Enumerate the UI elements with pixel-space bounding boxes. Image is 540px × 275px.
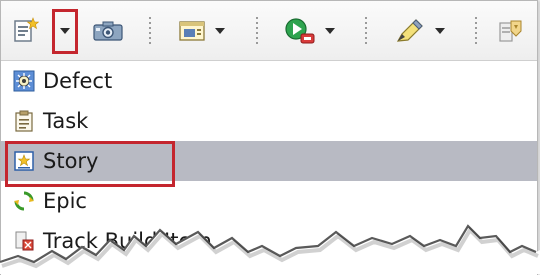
build-icon[interactable] bbox=[495, 13, 525, 49]
camera-icon[interactable] bbox=[91, 13, 125, 49]
menu-item-defect[interactable]: Defect bbox=[1, 61, 537, 101]
menu-item-label: Task bbox=[43, 109, 89, 133]
run-dropdown-icon[interactable] bbox=[319, 13, 341, 49]
epic-icon bbox=[14, 191, 34, 211]
menu-item-task[interactable]: Task bbox=[1, 101, 537, 141]
defect-icon bbox=[13, 70, 35, 92]
track-build-item-icon bbox=[15, 231, 34, 251]
window-icon[interactable] bbox=[177, 13, 207, 49]
toolbar-separator bbox=[365, 17, 367, 45]
new-work-item-icon[interactable] bbox=[11, 13, 41, 49]
menu-item-label: Epic bbox=[43, 189, 87, 213]
toolbar bbox=[1, 1, 537, 61]
pencil-icon[interactable] bbox=[393, 13, 427, 49]
window-dropdown-icon[interactable] bbox=[209, 13, 231, 49]
pencil-dropdown-icon[interactable] bbox=[429, 13, 451, 49]
dropdown-highlight-box bbox=[52, 9, 78, 54]
toolbar-separator bbox=[475, 17, 477, 45]
menu-item-track-build-item[interactable]: Track Build Item bbox=[1, 221, 537, 261]
task-icon bbox=[15, 110, 33, 132]
story-highlight-box bbox=[5, 141, 175, 187]
run-icon[interactable] bbox=[283, 13, 317, 49]
toolbar-separator bbox=[149, 17, 151, 45]
menu-item-label: Defect bbox=[43, 69, 113, 93]
menu-item-label: Track Build Item bbox=[43, 229, 212, 253]
toolbar-separator bbox=[256, 17, 258, 45]
menu-item-epic[interactable]: Epic bbox=[1, 181, 537, 221]
window-frame: Defect Task Story Epic Track Build Item bbox=[0, 0, 538, 275]
